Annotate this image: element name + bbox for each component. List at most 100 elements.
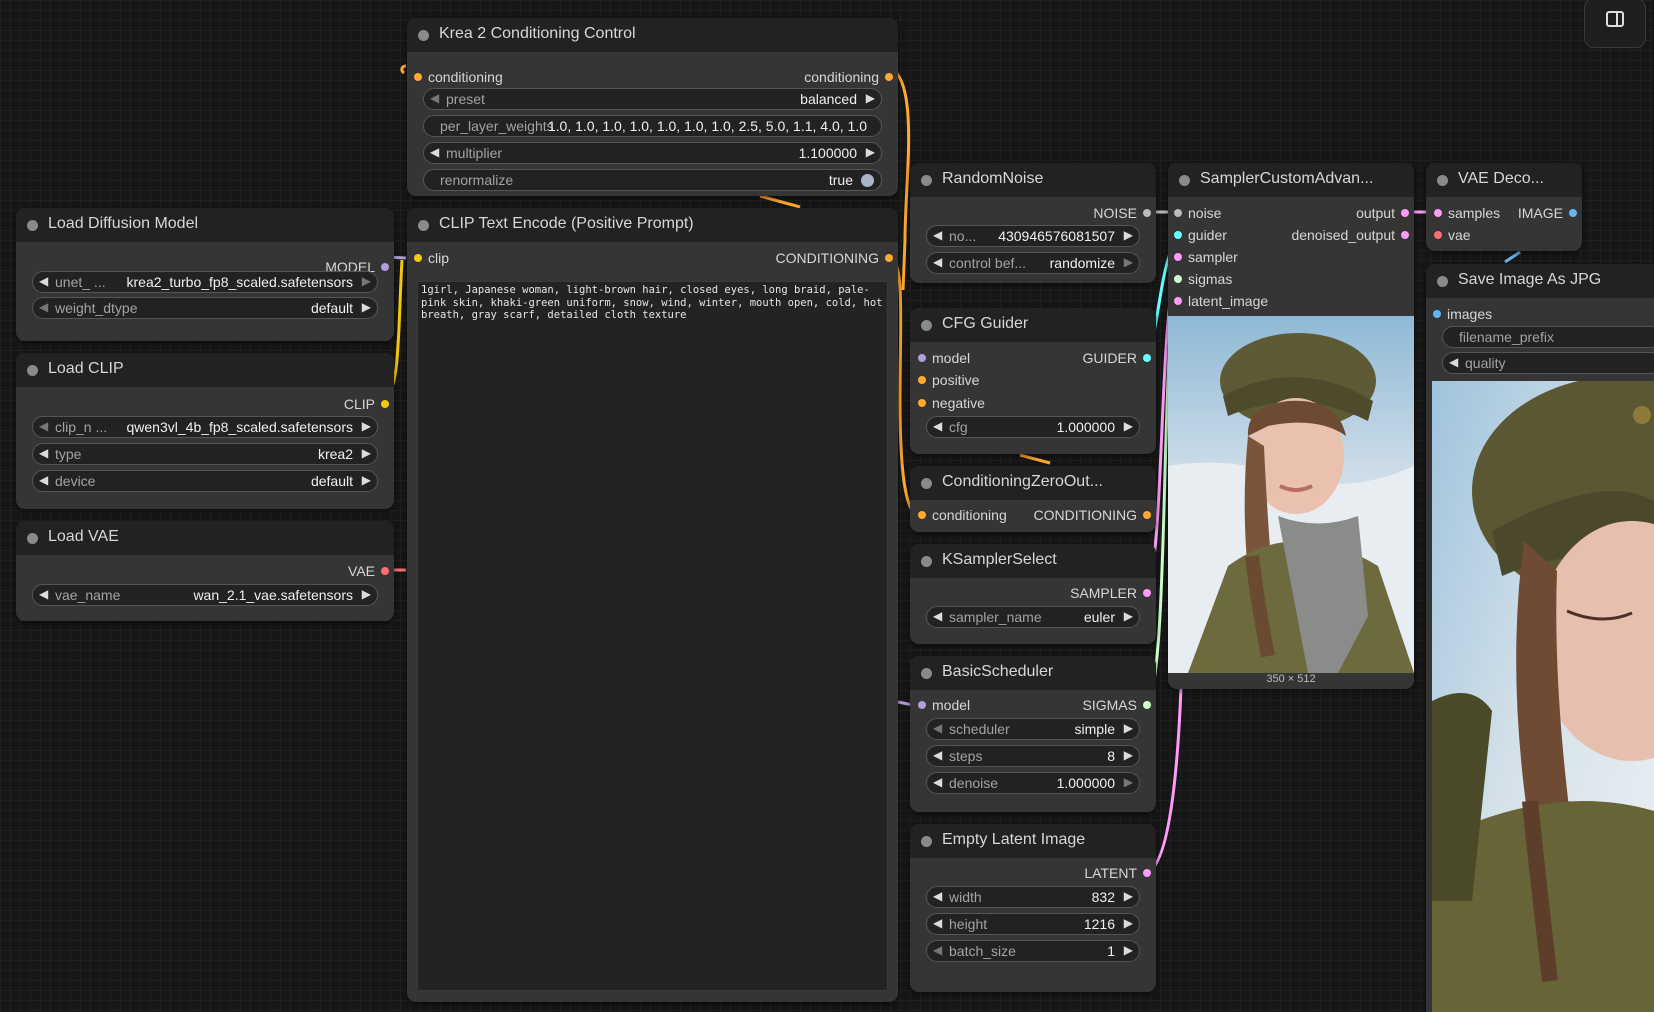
increment-arrow[interactable]: ▶	[362, 419, 371, 433]
output-sampler[interactable]: SAMPLER	[1070, 584, 1151, 602]
input-sigmas[interactable]: sigmas	[1174, 270, 1232, 288]
input-socket[interactable]	[1174, 297, 1182, 305]
input-socket[interactable]	[918, 399, 926, 407]
widget-value[interactable]: wan_2.1_vae.safetensors	[193, 587, 353, 603]
input-guider[interactable]: guider	[1174, 226, 1227, 244]
input-socket[interactable]	[918, 376, 926, 384]
input-vae[interactable]: vae	[1434, 226, 1471, 244]
output-socket[interactable]	[1143, 511, 1151, 519]
decrement-arrow[interactable]: ◀	[933, 228, 942, 242]
input-socket[interactable]	[1433, 310, 1441, 318]
widget-value[interactable]: 8	[1107, 748, 1115, 764]
collapse-dot[interactable]	[921, 556, 932, 567]
widget-steps[interactable]: ◀ steps 8 ▶	[926, 745, 1140, 767]
output-guider[interactable]: GUIDER	[1083, 349, 1151, 367]
widget-height[interactable]: ◀ height 1216 ▶	[926, 913, 1140, 935]
widget-renormalize[interactable]: renormalize true	[423, 169, 882, 191]
increment-arrow[interactable]: ▶	[1124, 721, 1133, 735]
node-empty-latent-image[interactable]: Empty Latent Image LATENT ◀ width 832 ▶ ◀ he…	[910, 824, 1156, 992]
node-load-clip[interactable]: Load CLIP CLIP ◀ clip_n ... qwen3vl_4b_fp8…	[16, 353, 394, 509]
widget-width[interactable]: ◀ width 832 ▶	[926, 886, 1140, 908]
output-socket[interactable]	[1143, 589, 1151, 597]
widget-value[interactable]: balanced	[800, 91, 857, 107]
node-conditioning-zero-out[interactable]: ConditioningZeroOut... conditioning COND…	[910, 466, 1156, 532]
decrement-arrow[interactable]: ◀	[933, 255, 942, 269]
input-socket[interactable]	[414, 254, 422, 262]
output-socket[interactable]	[1569, 209, 1577, 217]
node-title-bar[interactable]: Save Image As JPG	[1426, 264, 1654, 298]
input-socket[interactable]	[1434, 209, 1442, 217]
output-latent[interactable]: LATENT	[1084, 864, 1151, 882]
node-clip-text-encode[interactable]: CLIP Text Encode (Positive Prompt) clip …	[407, 208, 898, 1002]
widget-cfg[interactable]: ◀ cfg 1.000000 ▶	[926, 416, 1140, 438]
widget-value[interactable]: 1.000000	[1057, 775, 1115, 791]
output-clip[interactable]: CLIP	[344, 395, 389, 413]
widget-value[interactable]: 832	[1092, 889, 1115, 905]
widget-device[interactable]: ◀ device default ▶	[32, 470, 378, 492]
increment-arrow[interactable]: ▶	[1124, 419, 1133, 433]
input-positive[interactable]: positive	[918, 371, 979, 389]
output-socket[interactable]	[1401, 209, 1409, 217]
input-model[interactable]: model	[918, 696, 970, 714]
widget-per-layer-weights[interactable]: per_layer_weights 1.0, 1.0, 1.0, 1.0, 1.0…	[423, 115, 882, 137]
increment-arrow[interactable]: ▶	[866, 145, 875, 159]
widget-value[interactable]: default	[311, 300, 353, 316]
saved-image-preview[interactable]	[1432, 381, 1654, 1012]
increment-arrow[interactable]: ▶	[1124, 889, 1133, 903]
input-socket[interactable]	[918, 701, 926, 709]
increment-arrow[interactable]: ▶	[1124, 775, 1133, 789]
node-load-diffusion-model[interactable]: Load Diffusion Model MODEL ◀ unet_ ... kre…	[16, 208, 394, 341]
output-socket[interactable]	[381, 567, 389, 575]
output-denoised-output[interactable]: denoised_output	[1291, 226, 1409, 244]
collapse-dot[interactable]	[418, 30, 429, 41]
node-save-image-jpg[interactable]: Save Image As JPG images filename_prefix…	[1426, 264, 1654, 1012]
widget-value[interactable]: 430946576081507	[998, 228, 1115, 244]
widget-vae-name[interactable]: ◀ vae_name wan_2.1_vae.safetensors ▶	[32, 584, 378, 606]
widget-value[interactable]: simple	[1075, 721, 1115, 737]
node-load-vae[interactable]: Load VAE VAE ◀ vae_name wan_2.1_vae.safete…	[16, 521, 394, 621]
node-title-bar[interactable]: CLIP Text Encode (Positive Prompt)	[407, 208, 898, 242]
output-conditioning[interactable]: conditioning	[804, 68, 893, 86]
node-sampler-custom-advanced[interactable]: SamplerCustomAdvan... noise output guide…	[1168, 163, 1414, 689]
input-model[interactable]: model	[918, 349, 970, 367]
collapse-dot[interactable]	[27, 533, 38, 544]
output-socket[interactable]	[885, 73, 893, 81]
decrement-arrow[interactable]: ◀	[39, 473, 48, 487]
input-conditioning[interactable]: conditioning	[918, 506, 1007, 524]
widget-preset[interactable]: ◀ preset balanced ▶	[423, 88, 882, 110]
decrement-arrow[interactable]: ◀	[430, 145, 439, 159]
output-socket[interactable]	[1401, 231, 1409, 239]
input-samples[interactable]: samples	[1434, 204, 1500, 222]
node-title-bar[interactable]: KSamplerSelect	[910, 544, 1156, 578]
decrement-arrow[interactable]: ◀	[933, 748, 942, 762]
decrement-arrow[interactable]: ◀	[39, 587, 48, 601]
increment-arrow[interactable]: ▶	[362, 446, 371, 460]
node-cfg-guider[interactable]: CFG Guider model GUIDER positive negativ…	[910, 308, 1156, 454]
input-socket[interactable]	[1174, 253, 1182, 261]
output-image[interactable]: IMAGE	[1518, 204, 1577, 222]
output-output[interactable]: output	[1356, 204, 1409, 222]
node-title-bar[interactable]: RandomNoise	[910, 163, 1156, 197]
preview-image[interactable]	[1168, 316, 1414, 673]
input-negative[interactable]: negative	[918, 394, 985, 412]
widget-unet-name[interactable]: ◀ unet_ ... krea2_turbo_fp8_scaled.safeten…	[32, 271, 378, 293]
output-socket[interactable]	[1143, 209, 1151, 217]
input-socket[interactable]	[918, 511, 926, 519]
collapse-dot[interactable]	[921, 320, 932, 331]
increment-arrow[interactable]: ▶	[866, 91, 875, 105]
increment-arrow[interactable]: ▶	[362, 300, 371, 314]
input-images[interactable]: images	[1433, 305, 1492, 323]
widget-value[interactable]: 1.0, 1.0, 1.0, 1.0, 1.0, 1.0, 1.0, 2.5, …	[548, 118, 867, 134]
decrement-arrow[interactable]: ◀	[933, 889, 942, 903]
node-vae-decode[interactable]: VAE Deco... samples IMAGE vae	[1426, 163, 1582, 251]
decrement-arrow[interactable]: ◀	[39, 300, 48, 314]
node-title-bar[interactable]: SamplerCustomAdvan...	[1168, 163, 1414, 197]
widget-value[interactable]: 1.100000	[799, 145, 857, 161]
node-title-bar[interactable]: Load Diffusion Model	[16, 208, 394, 242]
collapse-dot[interactable]	[921, 175, 932, 186]
widget-value[interactable]: krea2_turbo_fp8_scaled.safetensors	[127, 274, 353, 290]
increment-arrow[interactable]: ▶	[362, 274, 371, 288]
prompt-textarea[interactable]: 1girl, Japanese woman, light-brown hair,…	[417, 281, 888, 991]
output-noise[interactable]: NOISE	[1093, 204, 1151, 222]
increment-arrow[interactable]: ▶	[362, 473, 371, 487]
